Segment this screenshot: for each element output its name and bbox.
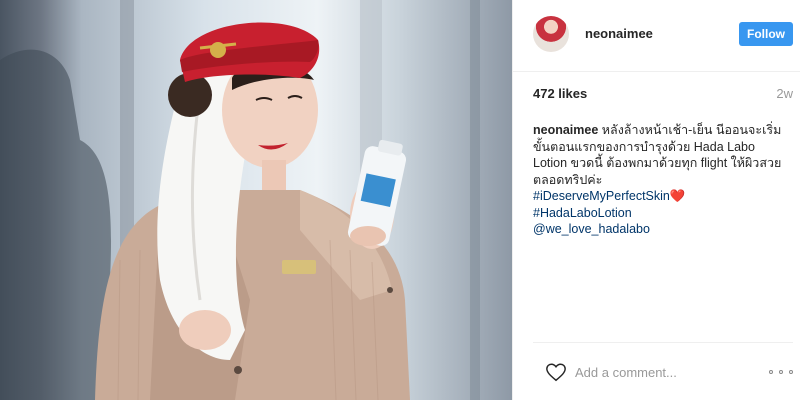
post-meta: 472 likes 2w	[533, 86, 793, 101]
heart-emoji: ❤️	[669, 189, 686, 203]
dot	[779, 370, 783, 374]
instagram-post: neonaimee Follow 472 likes 2w neonaimee …	[0, 0, 800, 400]
hashtag-link[interactable]: #iDeserveMyPerfectSkin❤️	[533, 188, 789, 205]
avatar[interactable]	[533, 16, 569, 52]
post-photo[interactable]	[0, 0, 512, 400]
photo-illustration	[0, 0, 480, 400]
dot	[769, 370, 773, 374]
heart-outline-icon[interactable]	[545, 361, 567, 383]
likes-count[interactable]: 472 likes	[533, 86, 587, 101]
follow-button[interactable]: Follow	[739, 22, 793, 46]
more-options-icon[interactable]	[769, 367, 793, 377]
mention-link[interactable]: @we_love_hadalabo	[533, 221, 789, 238]
add-comment-input[interactable]	[575, 363, 745, 381]
post-sidebar: neonaimee Follow 472 likes 2w neonaimee …	[512, 0, 800, 400]
post-timestamp[interactable]: 2w	[776, 86, 793, 101]
comment-bar	[533, 342, 793, 401]
post-caption: neonaimee หลังล้างหน้าเช้า-เย็น นีออนจะเ…	[533, 122, 789, 238]
caption-username[interactable]: neonaimee	[533, 123, 598, 137]
hashtag-link[interactable]: #HadaLaboLotion	[533, 205, 789, 222]
dot	[789, 370, 793, 374]
post-header: neonaimee Follow	[513, 0, 800, 72]
username-link[interactable]: neonaimee	[585, 26, 653, 41]
